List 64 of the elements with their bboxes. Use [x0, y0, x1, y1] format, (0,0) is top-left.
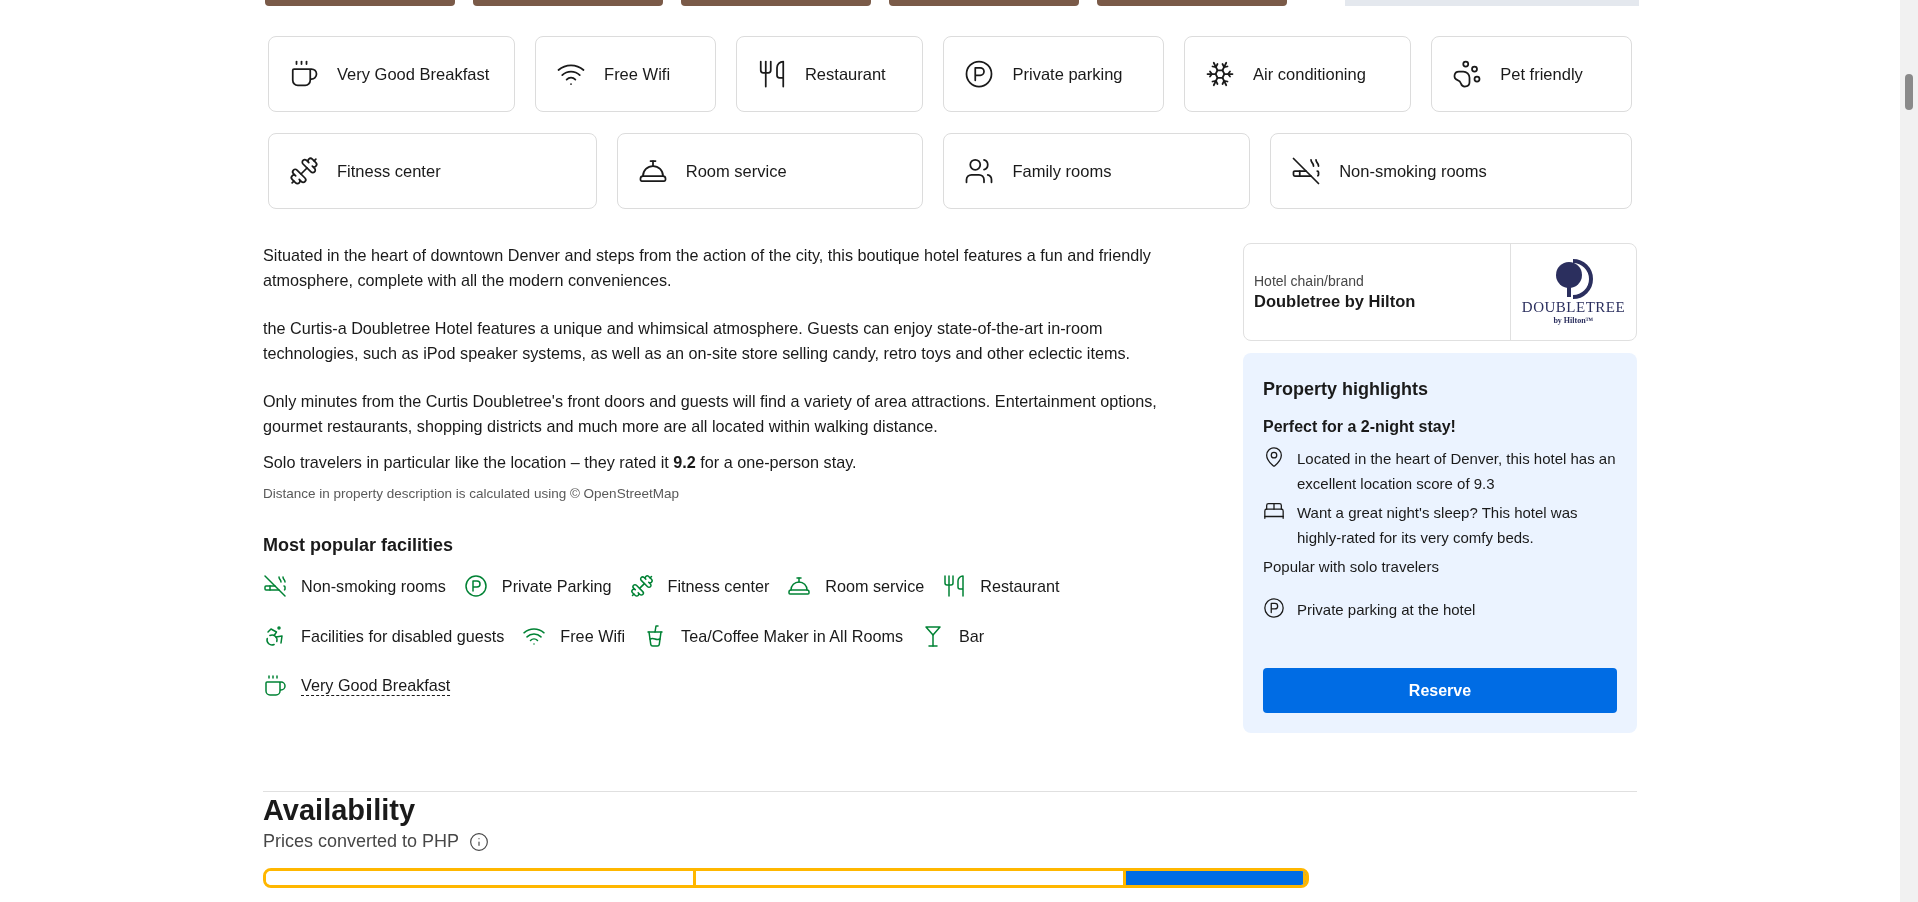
logo-subtext: by Hilton™	[1553, 316, 1594, 325]
no-smoking-icon	[1291, 156, 1322, 186]
amenity-card: Pet friendly	[1431, 36, 1632, 112]
section-heading: Most popular facilities	[263, 535, 455, 556]
description-paragraph: the Curtis-a Doubletree Hotel features a unique and whimsical atmosphere. Guests can enjoy state-of-the-art in-room technologies, such as iPod speaker systems, as well as an on-site store selling candy, retro toys and other eclectic items.	[263, 318, 1132, 364]
amenity-card: Room service	[616, 133, 924, 209]
facility-label: Tea/Coffee Maker in All Rooms	[681, 626, 904, 646]
scrollbar-thumb[interactable]	[1905, 74, 1913, 110]
amenity-card: Restaurant	[735, 36, 924, 112]
location-pin-icon	[1263, 446, 1285, 468]
cup-icon	[263, 674, 287, 698]
currency-note: Prices converted to PHP	[263, 831, 460, 852]
brand-name: Doubletree by Hilton	[1254, 292, 1417, 311]
amenity-card: Fitness center	[268, 133, 597, 209]
source-note: Distance in property description is calculated using © OpenStreetMap	[263, 486, 680, 501]
scrollbar[interactable]	[1900, 0, 1918, 902]
photo-placeholder[interactable]	[265, 0, 455, 6]
map-placeholder[interactable]	[1345, 0, 1639, 6]
amenity-card: Family rooms	[943, 133, 1251, 209]
highlight-text: Popular with solo travelers	[1263, 557, 1439, 577]
facility-label: Restaurant	[980, 576, 1060, 596]
logo-text: DOUBLETREE	[1521, 299, 1626, 316]
amenity-card: Very Good Breakfast	[268, 36, 516, 112]
facility-label[interactable]: Very Good Breakfast	[301, 676, 451, 696]
amenity-card: Private parking	[943, 36, 1165, 112]
parking-icon	[463, 574, 488, 598]
panel-subtitle: Perfect for a 2-night stay!	[1263, 418, 1457, 436]
highlight-text: Want a great night's sleep? This hotel was highly-rated for its very comfy beds.	[1297, 503, 1579, 548]
amenity-card: Non-smoking rooms	[1270, 133, 1632, 209]
photo-placeholder[interactable]	[681, 0, 871, 6]
snowflake-icon	[1205, 59, 1236, 89]
photo-placeholder[interactable]	[889, 0, 1079, 6]
reserve-button[interactable]: Reserve	[1263, 668, 1617, 713]
amenity-card: Free Wifi	[535, 36, 716, 112]
bed-icon	[1263, 500, 1285, 522]
paw-icon	[1452, 59, 1483, 89]
description-paragraph: Only minutes from the Curtis Doubletree's front doors and guests will find a variety of area attractions. Entertainment options, gourmet restaurants, shopping districts and much more are all located within walking distance.	[263, 391, 1158, 437]
highlight-text: Private parking at the hotel	[1297, 600, 1476, 620]
rating-note: Solo travelers in particular like the location – they rated it 9.2 for a one-person stay.	[263, 452, 858, 473]
facility-label: Room service	[825, 576, 925, 596]
description-paragraph: Situated in the heart of downtown Denver and steps from the action of the city, this boutique hotel features a fun and friendly atmosphere, complete with all the modern conveniences.	[263, 245, 1152, 291]
section-title: Availability	[263, 794, 417, 827]
no-smoking-icon	[263, 574, 287, 598]
dumbbell-icon	[289, 156, 319, 186]
photo-placeholder[interactable]	[473, 0, 663, 6]
amenity-card: Air conditioning	[1184, 36, 1412, 112]
parking-icon	[1263, 597, 1285, 619]
cup-icon	[289, 59, 319, 89]
facility-label: Facilities for disabled guests	[301, 626, 505, 646]
highlight-text: Located in the heart of Denver, this hotel has an excellent location score of 9.3	[1297, 449, 1617, 494]
fork-knife-icon	[942, 574, 967, 598]
people-icon	[964, 156, 995, 186]
facility-label: Bar	[959, 626, 985, 646]
parking-icon	[964, 59, 995, 89]
photo-placeholder[interactable]	[1097, 0, 1287, 6]
brand-label: Hotel chain/brand	[1254, 273, 1365, 289]
facility-label: Fitness center	[667, 576, 770, 596]
service-bell-icon	[787, 574, 812, 598]
info-icon[interactable]	[469, 831, 490, 852]
facility-label: Private Parking	[501, 576, 612, 596]
panel-title: Property highlights	[1263, 379, 1429, 400]
facility-label: Free Wifi	[560, 626, 626, 646]
dumbbell-icon	[629, 574, 654, 598]
facility-label: Non-smoking rooms	[301, 576, 446, 596]
